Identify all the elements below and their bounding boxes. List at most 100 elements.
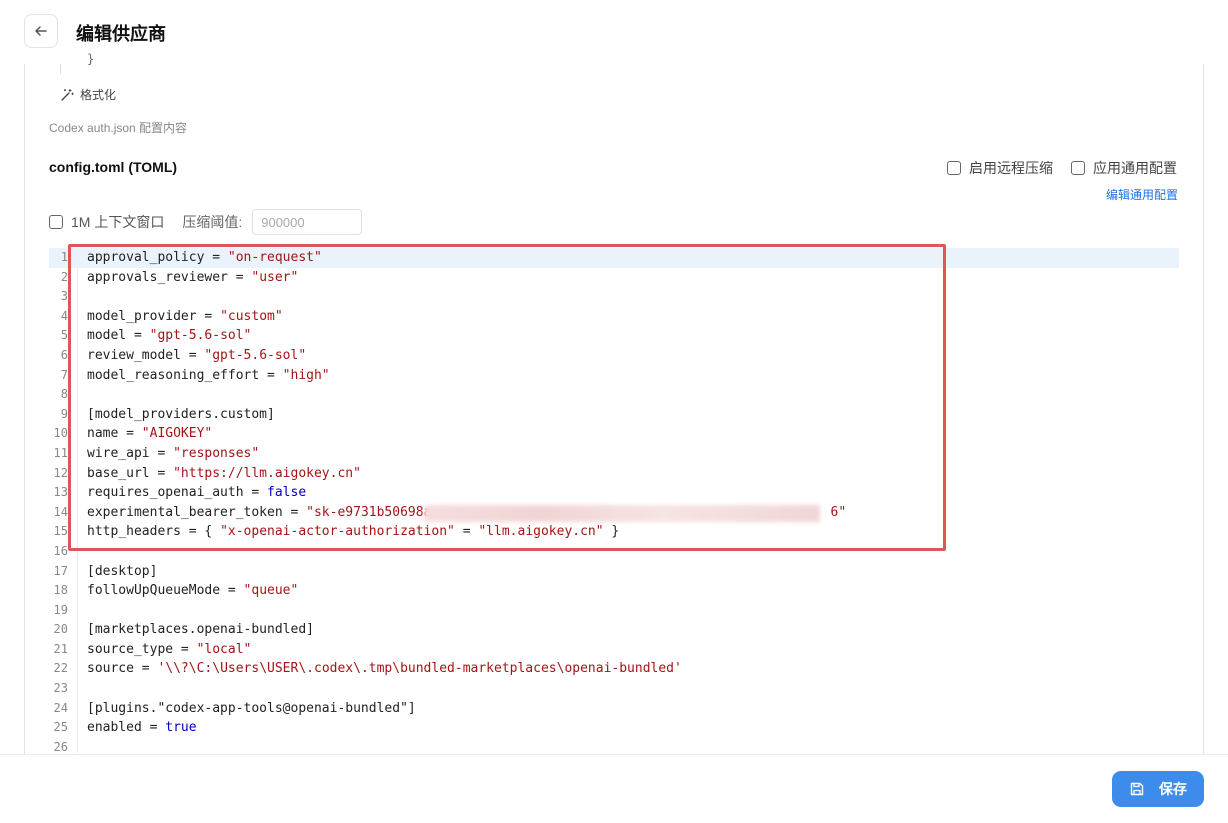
code-line[interactable]: 22 source = '\\?\C:\Users\USER\.codex\.tm… xyxy=(49,659,1179,679)
code-text: approval_policy = "on-request" xyxy=(87,248,322,268)
code-token: [plugins."codex-app-tools@openai-bundled… xyxy=(87,700,416,716)
code-line[interactable]: 16 xyxy=(49,542,1179,562)
code-text: requires_openai_auth = false xyxy=(87,483,306,503)
context-window-label: 1M 上下文窗口 xyxy=(71,214,165,230)
keyword-token: false xyxy=(267,485,307,501)
config-toml-title: config.toml (TOML) xyxy=(49,159,178,175)
code-text: name = "AIGOKEY" xyxy=(87,424,212,444)
remote-compress-label: 启用远程压缩 xyxy=(969,160,1053,176)
code-line[interactable]: 20 [marketplaces.openai-bundled] xyxy=(49,620,1179,640)
code-token: base_url = xyxy=(87,465,174,481)
context-window-row: 1M 上下文窗口 压缩阈值: xyxy=(49,209,363,235)
code-text: source_type = "local" xyxy=(87,640,251,660)
footer-bar: 保存 xyxy=(0,754,1228,823)
code-line[interactable]: 7 model_reasoning_effort = "high" xyxy=(49,366,1179,386)
string-token: "queue" xyxy=(243,583,299,599)
code-line[interactable]: 10 name = "AIGOKEY" xyxy=(49,424,1179,444)
code-token: = xyxy=(454,524,479,540)
line-number: 5 xyxy=(60,328,68,343)
code-line[interactable]: 4 model_provider = "custom" xyxy=(49,307,1179,327)
string-token: "local" xyxy=(196,641,252,657)
string-token: "llm.aigokey.cn" xyxy=(478,524,604,540)
code-line[interactable]: 19 xyxy=(49,601,1179,621)
string-token: "AIGOKEY" xyxy=(141,426,213,442)
edit-common-config-link[interactable]: 编辑通用配置 xyxy=(1106,186,1178,203)
string-token: "user" xyxy=(251,269,299,285)
line-number: 14 xyxy=(53,504,68,519)
line-number: 3 xyxy=(60,289,68,304)
string-token: "gpt-5.6-sol" xyxy=(149,328,252,344)
code-line[interactable]: 11 wire_api = "responses" xyxy=(49,444,1179,464)
code-line[interactable]: 21 source_type = "local" xyxy=(49,640,1179,660)
code-line[interactable]: 17 [desktop] xyxy=(49,562,1179,582)
code-text: [plugins."codex-app-tools@openai-bundled… xyxy=(87,699,416,719)
code-token: wire_api = xyxy=(87,445,174,461)
code-line[interactable]: 3 xyxy=(49,287,1179,307)
line-number: 9 xyxy=(60,406,68,421)
config-toml-editor[interactable]: 1 approval_policy = "on-request" 2 approval… xyxy=(49,248,1179,753)
code-line[interactable]: 1 approval_policy = "on-request" xyxy=(49,248,1179,268)
save-button[interactable]: 保存 xyxy=(1112,771,1204,807)
line-number: 12 xyxy=(53,465,68,480)
floppy-disk-icon xyxy=(1130,782,1144,796)
redaction-blur xyxy=(424,505,820,522)
line-number: 10 xyxy=(53,426,68,441)
apply-common-label: 应用通用配置 xyxy=(1093,160,1177,176)
format-label: 格式化 xyxy=(80,88,117,102)
string-token: "on-request" xyxy=(227,250,322,265)
code-line[interactable]: 12 base_url = "https://llm.aigokey.cn" xyxy=(49,464,1179,484)
line-number: 24 xyxy=(53,700,68,715)
remote-compress-option[interactable]: 启用远程压缩 xyxy=(947,158,1053,178)
code-token: http_headers = { xyxy=(87,524,221,540)
code-line[interactable]: 9 [model_providers.custom] xyxy=(49,405,1179,425)
threshold-label: 压缩阈值: xyxy=(182,214,243,230)
code-text: wire_api = "responses" xyxy=(87,444,259,464)
line-number: 15 xyxy=(53,524,68,539)
code-text: model = "gpt-5.6-sol" xyxy=(87,326,251,346)
code-line[interactable]: 23 xyxy=(49,679,1179,699)
code-line[interactable]: 5 model = "gpt-5.6-sol" xyxy=(49,326,1179,346)
code-token: review_model = xyxy=(87,347,205,363)
string-token: "gpt-5.6-sol" xyxy=(204,347,307,363)
code-line[interactable]: 8 xyxy=(49,385,1179,405)
back-button[interactable] xyxy=(24,14,58,48)
auth-json-editor-tail: } xyxy=(60,52,94,74)
code-line[interactable]: 6 review_model = "gpt-5.6-sol" xyxy=(49,346,1179,366)
threshold-input[interactable] xyxy=(252,209,363,235)
line-number: 13 xyxy=(53,485,68,500)
line-number: 7 xyxy=(60,367,68,382)
code-line[interactable]: 13 requires_openai_auth = false xyxy=(49,483,1179,503)
code-line[interactable]: 18 followUpQueueMode = "queue" xyxy=(49,581,1179,601)
line-number: 1 xyxy=(60,250,68,264)
code-line[interactable]: 2 approvals_reviewer = "user" xyxy=(49,268,1179,288)
apply-common-checkbox[interactable] xyxy=(1071,161,1085,175)
code-token: [desktop] xyxy=(87,563,158,579)
string-token: '\\?\C:\Users\USER\.codex\.tmp\bundled-m… xyxy=(157,661,682,677)
line-number: 22 xyxy=(53,661,68,676)
code-line[interactable]: 25 enabled = true xyxy=(49,718,1179,738)
code-line[interactable]: 26 xyxy=(49,738,1179,753)
code-token: experimental_bearer_token = xyxy=(87,504,307,520)
code-text: http_headers = { "x-openai-actor-authori… xyxy=(87,522,619,542)
context-window-checkbox[interactable] xyxy=(49,215,63,229)
string-token: "responses" xyxy=(173,445,260,461)
page-title: 编辑供应商 xyxy=(76,24,166,44)
code-text: [model_providers.custom] xyxy=(87,405,275,425)
code-token: approval_policy = xyxy=(87,250,228,265)
format-button[interactable]: 格式化 xyxy=(60,86,116,103)
code-token: requires_openai_auth = xyxy=(87,485,268,501)
page-header: 编辑供应商 xyxy=(0,0,1228,64)
code-token: } xyxy=(603,524,620,540)
apply-common-option[interactable]: 应用通用配置 xyxy=(1071,158,1177,178)
code-token: source_type = xyxy=(87,641,197,657)
code-token: enabled = xyxy=(87,720,166,736)
code-token: [marketplaces.openai-bundled] xyxy=(87,622,314,638)
code-line[interactable]: 15 http_headers = { "x-openai-actor-autho… xyxy=(49,522,1179,542)
line-number: 17 xyxy=(53,563,68,578)
line-number: 8 xyxy=(60,387,68,402)
remote-compress-checkbox[interactable] xyxy=(947,161,961,175)
code-line[interactable]: 24 [plugins."codex-app-tools@openai-bundl… xyxy=(49,699,1179,719)
line-number: 26 xyxy=(53,739,68,753)
code-token: model = xyxy=(87,328,150,344)
arrow-left-icon xyxy=(35,26,47,36)
